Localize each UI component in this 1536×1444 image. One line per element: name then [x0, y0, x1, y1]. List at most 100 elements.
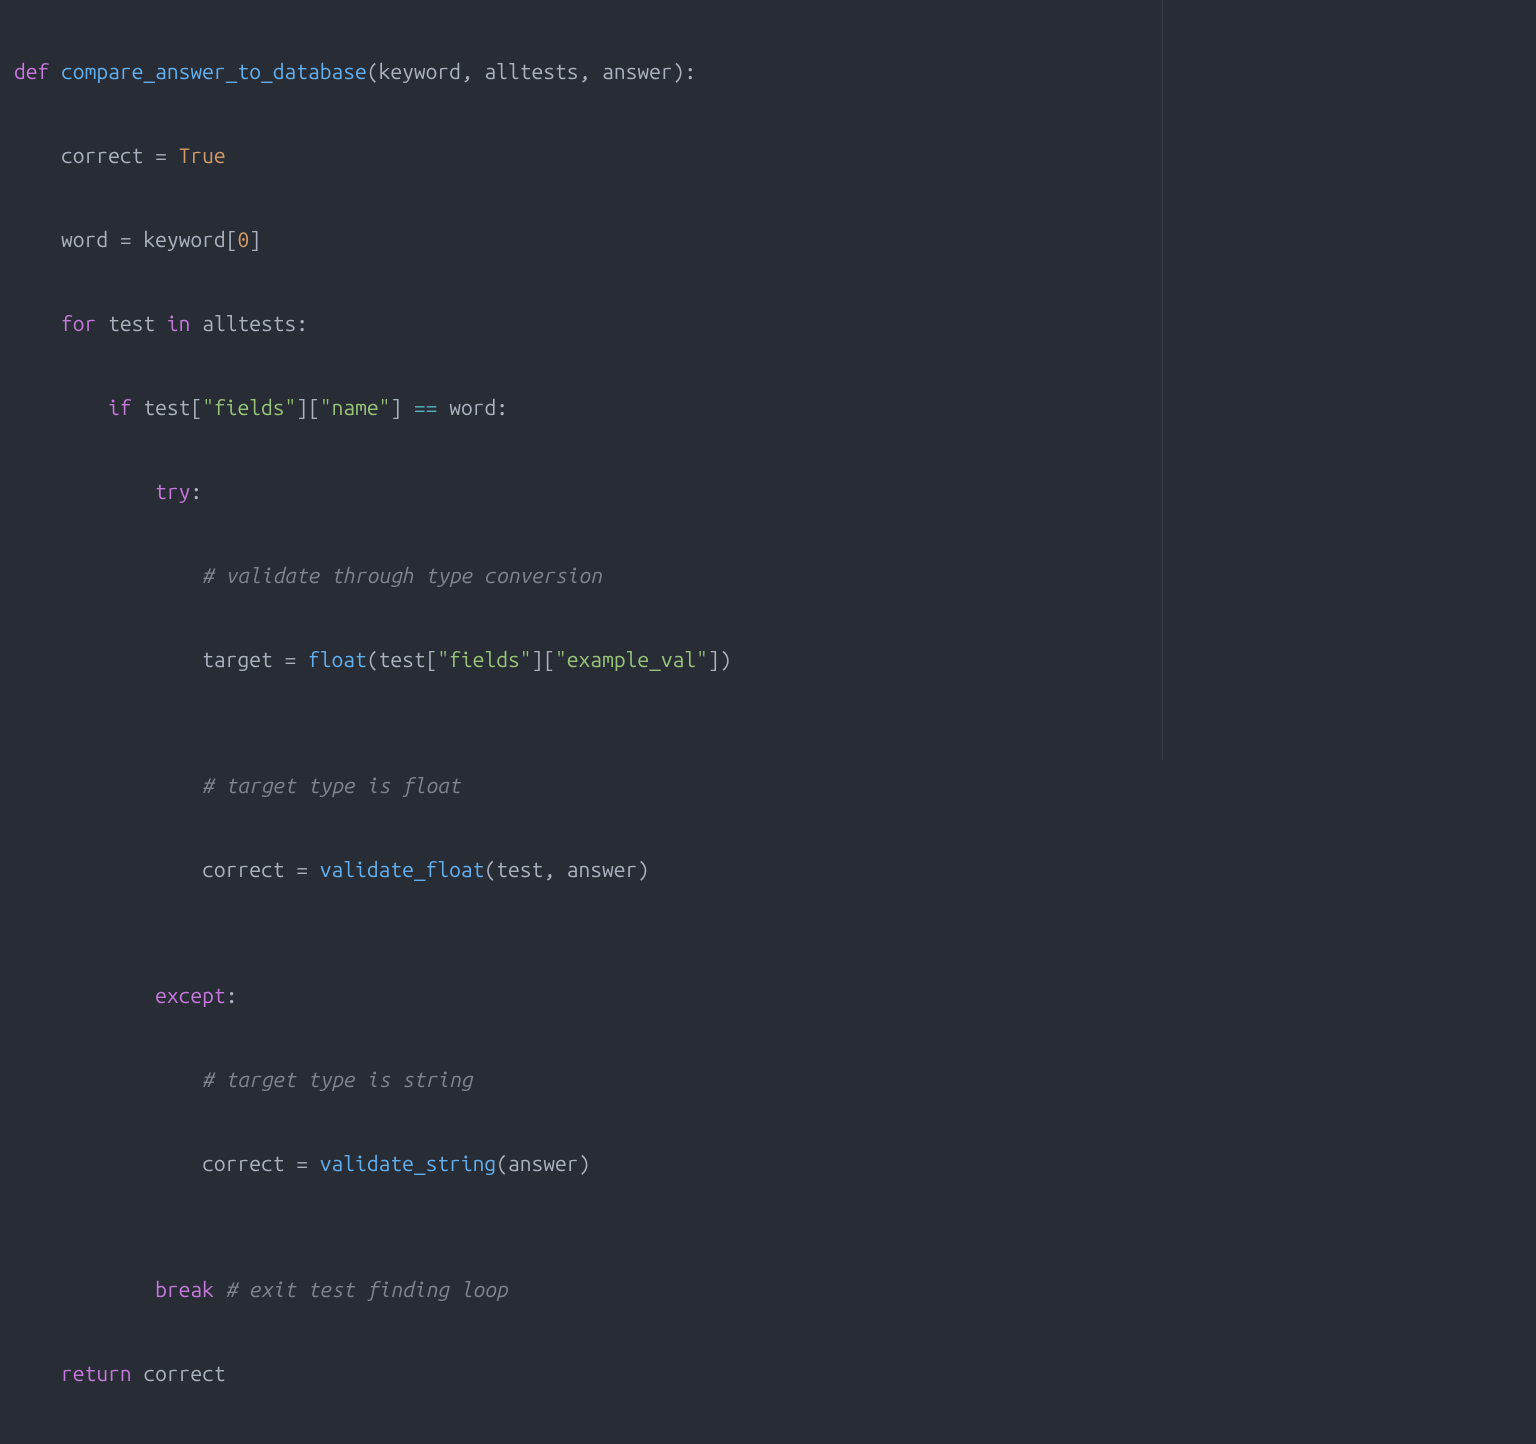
code-line[interactable]: # target type is float: [14, 764, 1522, 806]
open-paren: (: [496, 1151, 508, 1175]
identifier: test: [379, 647, 426, 671]
indent: [14, 1067, 202, 1091]
comma: ,: [579, 59, 603, 83]
indent: [14, 1151, 202, 1175]
code-line[interactable]: try:: [14, 470, 1522, 512]
keyword-try: try: [155, 479, 190, 503]
code-editor[interactable]: def compare_answer_to_database(keyword, …: [0, 0, 1536, 1444]
code-line[interactable]: target = float(test["fields"]["example_v…: [14, 638, 1522, 680]
string: "fields": [437, 647, 531, 671]
indent: [14, 1277, 155, 1301]
identifier: word: [61, 227, 108, 251]
colon: :: [684, 59, 696, 83]
code-line[interactable]: if test["fields"]["name"] == word:: [14, 386, 1522, 428]
open-paren: (: [367, 647, 379, 671]
comma: ,: [461, 59, 485, 83]
operator: =: [285, 1151, 320, 1175]
indent: [14, 983, 155, 1007]
code-line[interactable]: def compare_answer_to_database(keyword, …: [14, 50, 1522, 92]
identifier: keyword: [143, 227, 225, 251]
builtin-float: float: [308, 647, 367, 671]
indent: [14, 563, 202, 587]
colon: :: [496, 395, 508, 419]
open-bracket: [: [190, 395, 202, 419]
comma: ,: [543, 857, 567, 881]
close-bracket: ]: [249, 227, 261, 251]
indent: [14, 311, 61, 335]
code-line[interactable]: # target type is string: [14, 1058, 1522, 1100]
function-call: validate_string: [320, 1151, 496, 1175]
identifier: test: [496, 857, 543, 881]
function-call: validate_float: [320, 857, 485, 881]
open-bracket: [: [226, 227, 238, 251]
indent: [14, 1361, 61, 1385]
operator: =: [273, 647, 308, 671]
space: [437, 395, 449, 419]
identifier: test: [108, 311, 155, 335]
space: [214, 1277, 226, 1301]
indent: [14, 227, 61, 251]
indent: [14, 479, 155, 503]
keyword-except: except: [155, 983, 226, 1007]
close-bracket: ]: [390, 395, 402, 419]
identifier: alltests: [202, 311, 296, 335]
close-bracket: ]: [296, 395, 308, 419]
code-line[interactable]: except:: [14, 974, 1522, 1016]
code-line[interactable]: correct = True: [14, 134, 1522, 176]
identifier: correct: [143, 1361, 225, 1385]
comment: # exit test finding loop: [226, 1277, 508, 1301]
close-bracket: ]: [708, 647, 720, 671]
colon: :: [190, 479, 202, 503]
function-name: compare_answer_to_database: [61, 59, 367, 83]
space: [190, 311, 202, 335]
constant-true: True: [179, 143, 226, 167]
keyword-break: break: [155, 1277, 214, 1301]
identifier: correct: [202, 1151, 284, 1175]
code-line[interactable]: break # exit test finding loop: [14, 1268, 1522, 1310]
indent: [14, 773, 202, 797]
string: "example_val": [555, 647, 708, 671]
keyword-return: return: [61, 1361, 132, 1385]
identifier: test: [143, 395, 190, 419]
indent: [14, 647, 202, 671]
code-line[interactable]: correct = validate_float(test, answer): [14, 848, 1522, 890]
space: [96, 311, 108, 335]
indent: [14, 395, 108, 419]
param: keyword: [379, 59, 461, 83]
comment: # validate through type conversion: [202, 563, 602, 587]
keyword-if: if: [108, 395, 132, 419]
param: answer: [602, 59, 673, 83]
space: [132, 395, 144, 419]
operator: =: [143, 143, 178, 167]
colon: :: [296, 311, 308, 335]
identifier: answer: [508, 1151, 579, 1175]
close-bracket: ]: [532, 647, 544, 671]
code-line[interactable]: return correct: [14, 1352, 1522, 1394]
comment: # target type is float: [202, 773, 461, 797]
identifier: answer: [567, 857, 638, 881]
space: [155, 311, 167, 335]
code-line[interactable]: correct = validate_string(answer): [14, 1142, 1522, 1184]
keyword-in: in: [167, 311, 191, 335]
open-bracket: [: [426, 647, 438, 671]
code-line[interactable]: word = keyword[0]: [14, 218, 1522, 260]
operator-eq: ==: [414, 395, 438, 419]
open-paren: (: [367, 59, 379, 83]
indent: [14, 857, 202, 881]
comment: # target type is string: [202, 1067, 472, 1091]
editor-ruler: [1162, 0, 1163, 760]
keyword-for: for: [61, 311, 96, 335]
identifier: correct: [61, 143, 143, 167]
code-line[interactable]: # validate through type conversion: [14, 554, 1522, 596]
open-bracket: [: [308, 395, 320, 419]
indent: [14, 143, 61, 167]
identifier: word: [449, 395, 496, 419]
string: "name": [320, 395, 391, 419]
identifier: correct: [202, 857, 284, 881]
close-paren: ): [637, 857, 649, 881]
number: 0: [237, 227, 249, 251]
open-bracket: [: [543, 647, 555, 671]
identifier: target: [202, 647, 273, 671]
open-paren: (: [484, 857, 496, 881]
code-line[interactable]: for test in alltests:: [14, 302, 1522, 344]
